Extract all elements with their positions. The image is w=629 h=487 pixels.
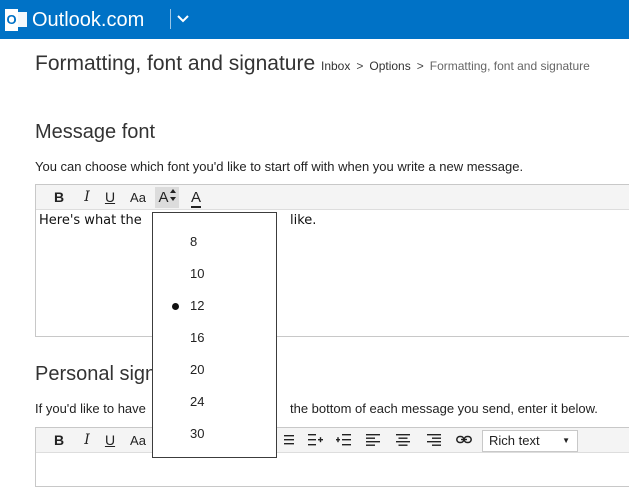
font-size-arrows-icon [169, 189, 176, 201]
font-size-option-30[interactable]: 30 [153, 422, 276, 446]
decrease-indent-icon[interactable] [336, 433, 352, 447]
font-size-option-12[interactable]: 12 [153, 294, 276, 318]
italic-button[interactable]: I [80, 430, 94, 451]
signature-editor[interactable]: B I U Aa Rich text ▼ [35, 427, 629, 487]
message-font-toolbar: B I U Aa A A [36, 185, 629, 210]
page-title: Formatting, font and signature [35, 52, 316, 75]
breadcrumb-inbox[interactable]: Inbox [321, 59, 350, 73]
increase-indent-icon[interactable] [308, 433, 324, 447]
font-size-button[interactable]: A [155, 187, 179, 208]
format-select-value: Rich text [489, 433, 540, 448]
message-font-description: You can choose which font you'd like to … [35, 159, 524, 174]
font-size-option-10[interactable]: 10 [153, 262, 276, 286]
align-center-icon[interactable] [396, 433, 410, 447]
font-size-menu: 8 10 12 16 20 24 30 [152, 212, 277, 458]
font-color-button[interactable]: A [187, 187, 205, 208]
breadcrumb-current: Formatting, font and signature [429, 59, 590, 73]
bullet-list-icon[interactable] [284, 434, 294, 446]
align-left-icon[interactable] [366, 433, 380, 447]
breadcrumb-separator: > [356, 59, 364, 73]
message-font-editor[interactable]: B I U Aa A A Here's what the like. [35, 184, 629, 337]
outlook-logo[interactable]: O Outlook.com [5, 8, 144, 32]
top-bar: O Outlook.com [0, 0, 629, 39]
outlook-icon: O [5, 9, 27, 31]
selected-dot-icon [172, 303, 179, 310]
breadcrumb: Inbox > Options > Formatting, font and signa… [321, 59, 590, 73]
message-font-heading: Message font [35, 121, 156, 143]
signature-description-left: If you'd like to have [35, 401, 146, 416]
bold-button[interactable]: B [52, 430, 66, 451]
font-button[interactable]: Aa [127, 187, 149, 208]
align-right-icon[interactable] [427, 433, 441, 447]
link-icon[interactable] [456, 434, 472, 446]
signature-description-right: the bottom of each message you send, ent… [290, 401, 598, 416]
font-size-option-8[interactable]: 8 [153, 230, 276, 254]
personal-signature-heading: Personal sign [35, 363, 157, 385]
top-divider [170, 9, 171, 29]
preview-text-left: Here's what the [39, 213, 142, 228]
chevron-down-icon[interactable] [176, 9, 190, 29]
font-size-option-20[interactable]: 20 [153, 358, 276, 382]
underline-button[interactable]: U [103, 187, 117, 208]
font-size-option-24[interactable]: 24 [153, 390, 276, 414]
font-color-label: A [190, 189, 201, 208]
font-size-label: A [158, 189, 169, 206]
dropdown-caret-icon: ▼ [562, 436, 570, 445]
signature-toolbar: B I U Aa Rich text ▼ [36, 428, 629, 453]
font-button[interactable]: Aa [127, 430, 149, 451]
breadcrumb-separator: > [416, 59, 424, 73]
font-size-option-16[interactable]: 16 [153, 326, 276, 350]
format-select[interactable]: Rich text ▼ [482, 430, 578, 452]
preview-text-right: like. [290, 213, 317, 228]
underline-button[interactable]: U [103, 430, 117, 451]
brand-name: Outlook.com [32, 8, 145, 31]
italic-button[interactable]: I [80, 187, 94, 208]
breadcrumb-options[interactable]: Options [369, 59, 410, 73]
bold-button[interactable]: B [52, 187, 66, 208]
